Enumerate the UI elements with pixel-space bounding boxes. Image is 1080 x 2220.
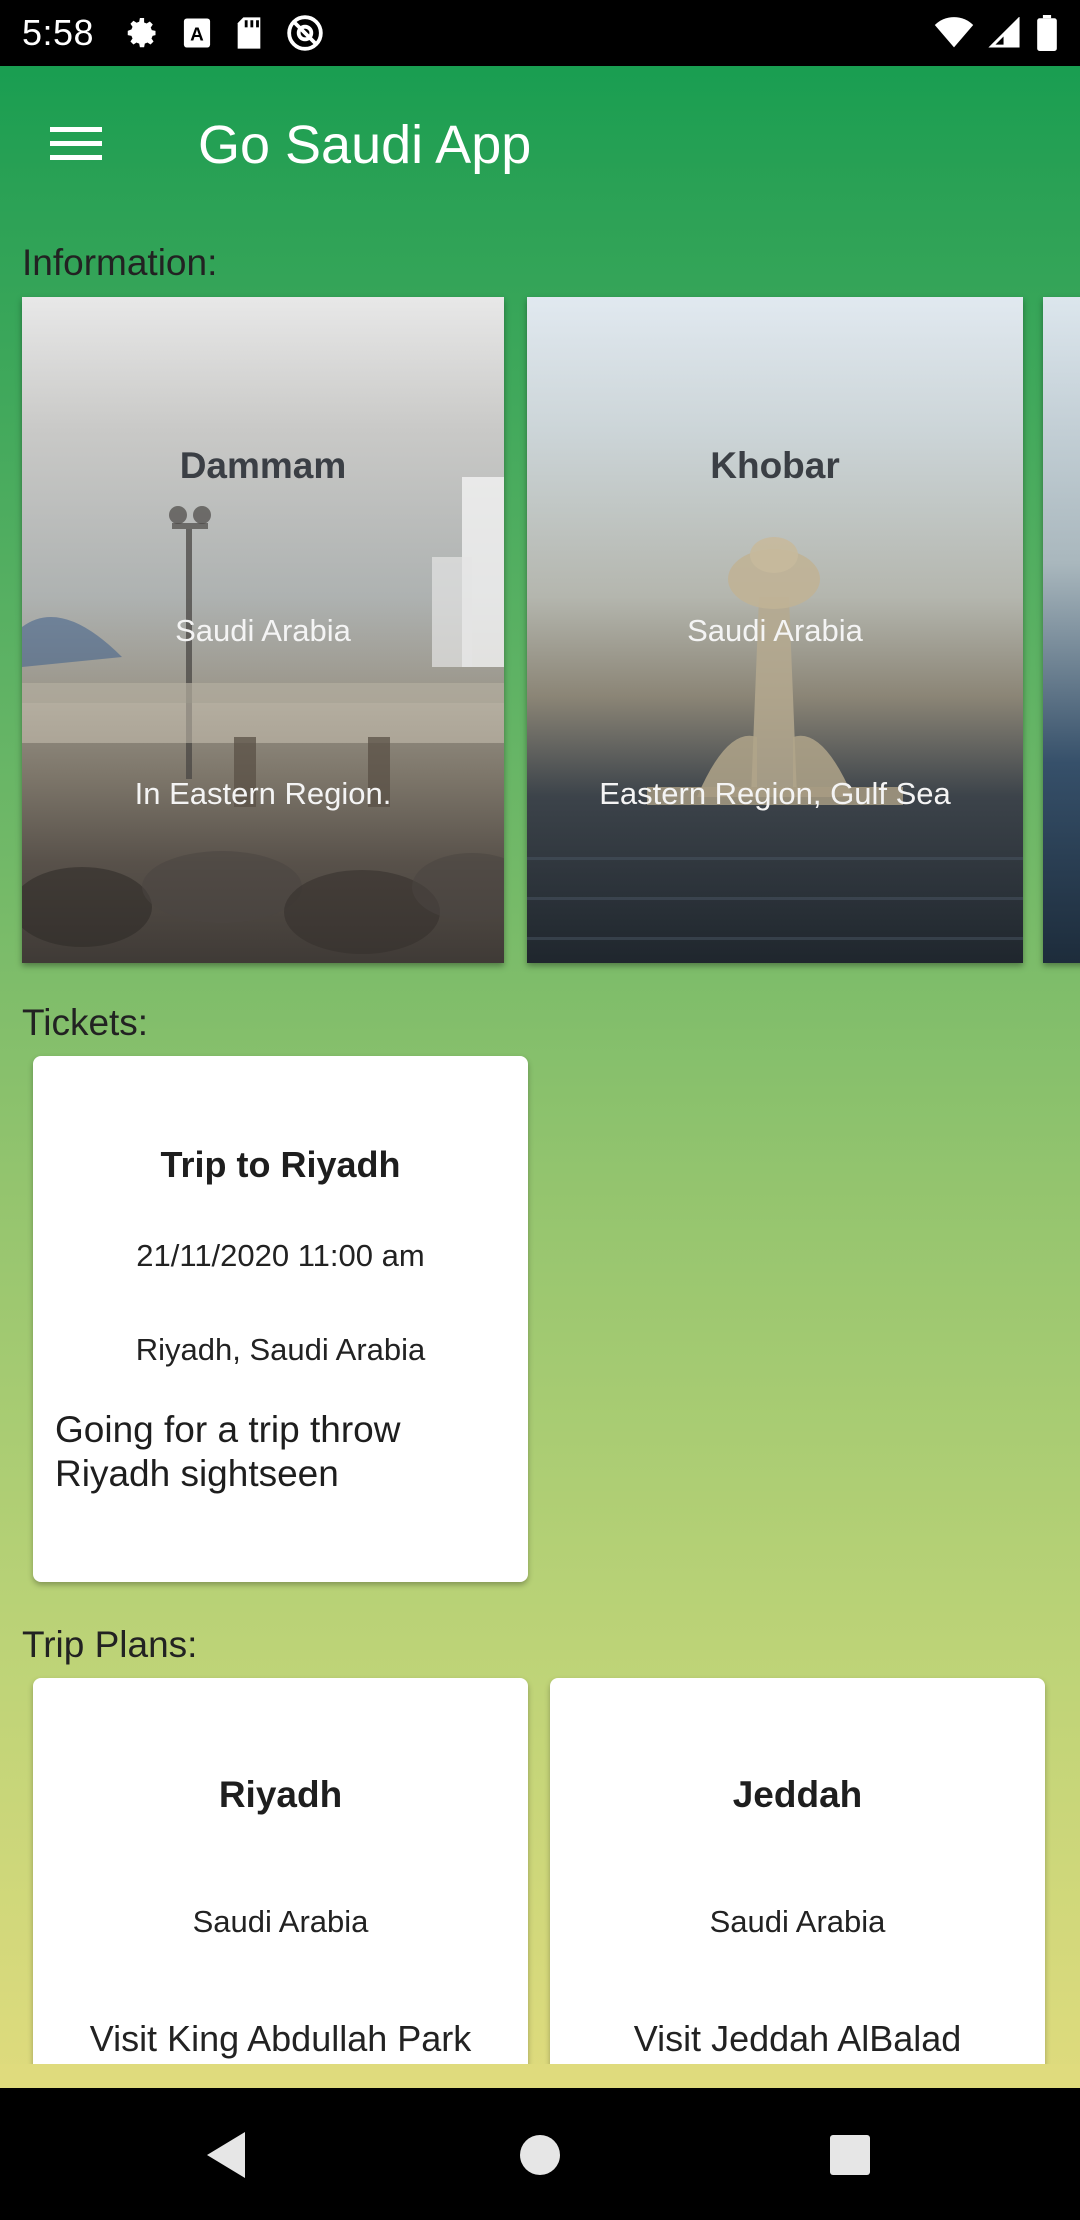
- ticket-title: Trip to Riyadh: [160, 1144, 401, 1185]
- trip-plan-title: Riyadh: [218, 1774, 343, 1815]
- at-sign-icon: [286, 14, 324, 52]
- partial-card-photo: [1043, 297, 1080, 963]
- status-bar: 5:58 A: [0, 0, 1080, 66]
- settings-icon: [124, 15, 160, 51]
- info-card-dammam[interactable]: Dammam Saudi Arabia In Eastern Region.: [22, 297, 504, 963]
- info-card-subtitle: Saudi Arabia: [175, 613, 351, 648]
- trip-plan-description: Visit King Abdullah Park: [89, 2018, 472, 2059]
- ticket-card[interactable]: Trip to Riyadh 21/11/2020 11:00 am Riyad…: [33, 1056, 528, 1582]
- a-box-icon: A: [182, 17, 212, 49]
- info-card-description: In Eastern Region.: [134, 776, 392, 811]
- info-card-title: Khobar: [710, 445, 840, 486]
- app-content: Go Saudi App Information: Dammam Saudi A…: [0, 66, 1080, 2088]
- signal-icon: [988, 17, 1022, 49]
- trip-plan-subtitle: Saudi Arabia: [709, 1904, 886, 1939]
- trip-plans-section-label: Trip Plans:: [22, 1624, 198, 1665]
- hamburger-menu-icon[interactable]: [36, 112, 116, 176]
- ticket-datetime: 21/11/2020 11:00 am: [136, 1238, 425, 1273]
- info-card-subtitle: Saudi Arabia: [687, 613, 863, 648]
- trip-plan-description: Visit Jeddah AlBalad: [633, 2018, 962, 2059]
- trip-plan-card-jeddah[interactable]: Jeddah Saudi Arabia Visit Jeddah AlBalad: [550, 1678, 1045, 2088]
- information-carousel[interactable]: Dammam Saudi Arabia In Eastern Region. K…: [22, 297, 1080, 963]
- app-bar: Go Saudi App: [0, 66, 1080, 222]
- ticket-description: Going for a trip throw Riyadh sightseen: [55, 1409, 401, 1494]
- recents-icon[interactable]: [815, 2120, 885, 2190]
- back-icon[interactable]: [190, 2120, 260, 2190]
- status-icons-left: A: [124, 14, 324, 52]
- svg-text:A: A: [190, 24, 204, 45]
- tickets-section-label: Tickets:: [22, 1002, 149, 1043]
- home-icon[interactable]: [505, 2120, 575, 2190]
- trip-plan-card-riyadh[interactable]: Riyadh Saudi Arabia Visit King Abdullah …: [33, 1678, 528, 2088]
- scroll-clip-edge: [0, 2064, 1080, 2088]
- sd-card-icon: [234, 16, 264, 50]
- trip-plan-title: Jeddah: [732, 1774, 863, 1815]
- info-card-title: Dammam: [179, 445, 347, 486]
- battery-icon: [1036, 15, 1058, 51]
- info-card-khobar[interactable]: Khobar Saudi Arabia Eastern Region, Gulf…: [527, 297, 1023, 963]
- information-section-label: Information:: [22, 242, 218, 283]
- ticket-location: Riyadh, Saudi Arabia: [135, 1332, 426, 1367]
- status-icons-right: [934, 15, 1058, 51]
- info-card-partial[interactable]: [1043, 297, 1080, 963]
- app-title: Go Saudi App: [198, 115, 532, 175]
- system-nav-bar: [0, 2088, 1080, 2220]
- trip-plan-subtitle: Saudi Arabia: [192, 1904, 369, 1939]
- status-time: 5:58: [22, 12, 95, 53]
- info-card-description: Eastern Region, Gulf Sea: [599, 776, 951, 811]
- wifi-icon: [934, 17, 974, 49]
